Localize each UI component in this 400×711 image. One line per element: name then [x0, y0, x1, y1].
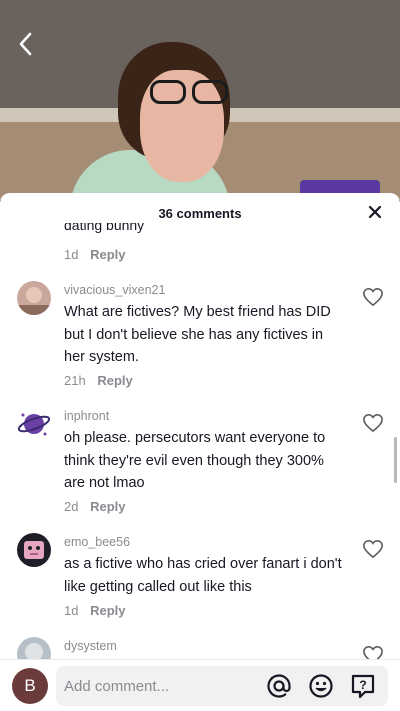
comment-username[interactable]: vivacious_vixen21 — [64, 283, 165, 297]
comment-input-bar: B ? — [0, 659, 400, 711]
back-button[interactable] — [14, 30, 38, 58]
glasses — [150, 80, 230, 106]
close-icon — [368, 205, 382, 219]
emoji-icon — [309, 674, 333, 698]
comment-text: What are fictives? My best friend has DI… — [64, 304, 331, 365]
avatar[interactable] — [17, 533, 51, 567]
heart-icon — [363, 287, 383, 307]
partial-comment-text: dating bunny — [64, 223, 145, 233]
comment-input-wrapper[interactable]: ? — [56, 666, 388, 706]
comment-username[interactable]: dysystem — [64, 639, 117, 653]
question-sticker-icon: ? — [351, 674, 375, 699]
like-button[interactable] — [362, 413, 384, 433]
comment-time: 1d — [64, 247, 79, 262]
heart-icon — [363, 645, 383, 659]
comment-meta: 21h Reply — [64, 373, 133, 388]
like-button[interactable] — [362, 287, 384, 307]
like-button[interactable] — [362, 539, 384, 559]
comment-meta: 2d Reply — [64, 499, 126, 514]
comments-list[interactable]: dating bunny 1d Reply vivacious_vixen21 … — [0, 223, 400, 659]
mention-button[interactable] — [266, 673, 292, 699]
reply-button[interactable]: Reply — [90, 247, 125, 262]
current-user-avatar[interactable]: B — [12, 668, 48, 704]
comment-meta: 1d Reply — [64, 603, 126, 618]
avatar[interactable] — [17, 281, 51, 315]
comment-username[interactable]: emo_bee56 — [64, 535, 130, 549]
video-background[interactable] — [0, 0, 400, 200]
comment-username[interactable]: inphront — [64, 409, 109, 423]
comment-time: 1d — [64, 603, 79, 618]
heart-icon — [363, 413, 383, 433]
comment-text: oh please. persecutors want everyone to … — [64, 430, 326, 491]
question-sticker-button[interactable]: ? — [350, 673, 376, 699]
avatar[interactable] — [17, 407, 51, 441]
comment-time: 21h — [64, 373, 86, 388]
scrollbar[interactable] — [394, 437, 397, 483]
reply-button[interactable]: Reply — [90, 603, 125, 618]
reply-button[interactable]: Reply — [97, 373, 132, 388]
heart-icon — [363, 539, 383, 559]
reply-button[interactable]: Reply — [90, 499, 125, 514]
comments-sheet: 36 comments dating bunny 1d Reply vivaci… — [0, 193, 400, 711]
at-icon — [267, 674, 291, 698]
svg-text:?: ? — [359, 678, 366, 692]
comment-input[interactable] — [64, 666, 254, 706]
comment-time: 2d — [64, 499, 79, 514]
comments-count-title: 36 comments — [158, 206, 242, 221]
partial-comment-meta: 1d Reply — [64, 247, 126, 262]
close-button[interactable] — [368, 202, 382, 223]
comment-text: as a fictive who has cried over fanart i… — [64, 556, 342, 595]
emoji-button[interactable] — [308, 673, 334, 699]
chevron-left-icon — [19, 32, 32, 56]
avatar[interactable] — [17, 637, 51, 659]
like-button[interactable] — [362, 645, 384, 659]
